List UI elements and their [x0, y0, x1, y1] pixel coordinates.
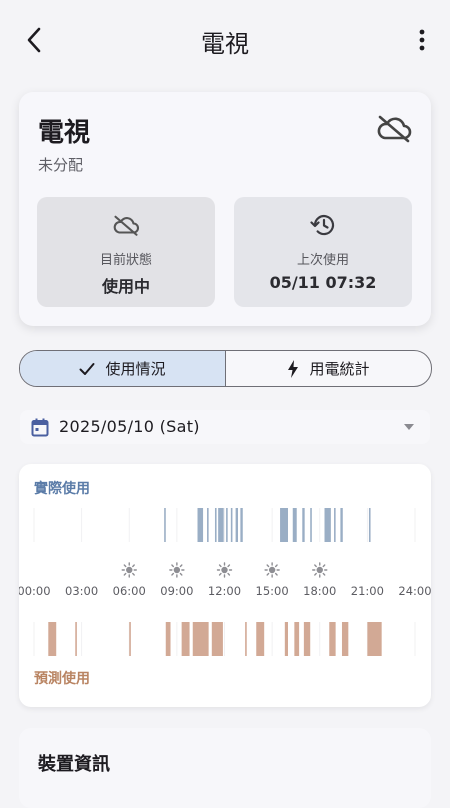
- time-tick-label: 15:00: [256, 584, 289, 598]
- time-tick-label: 09:00: [160, 584, 193, 598]
- actual-usage-bar: [334, 508, 336, 542]
- actual-usage-bar: [280, 508, 288, 542]
- moon-icon: [361, 563, 369, 577]
- sun-icon: [216, 562, 233, 578]
- predicted-usage-bar: [341, 622, 349, 656]
- time-tick-label: 18:00: [303, 584, 336, 598]
- last-used-label: 上次使用: [296, 253, 349, 268]
- actual-usage-bar: [310, 508, 312, 542]
- more-menu-button[interactable]: [409, 26, 435, 54]
- device-info-title: 裝置資訊: [38, 754, 110, 775]
- sun-icon: [264, 562, 280, 578]
- cloud-off-icon: [377, 115, 412, 143]
- device-name: 電視: [38, 118, 91, 148]
- last-used-tile: 上次使用 05/11 07:32: [234, 197, 412, 307]
- predicted-usage-label: 預測使用: [34, 671, 90, 687]
- tab-power-stats[interactable]: 用電統計: [226, 351, 431, 386]
- date-value: 2025/05/10 (Sat): [59, 417, 200, 436]
- time-tick-label: 12:00: [208, 584, 241, 598]
- actual-usage-bar: [302, 508, 305, 542]
- predicted-usage-bar: [129, 622, 131, 656]
- actual-usage-bar: [226, 508, 228, 542]
- sun-icon: [121, 562, 137, 578]
- actual-usage-bar: [164, 508, 166, 542]
- actual-usage-bar: [340, 508, 343, 542]
- current-status-tile: 目前狀態 使用中: [37, 197, 215, 307]
- predicted-usage-bar: [75, 622, 77, 656]
- actual-usage-bar: [230, 508, 233, 542]
- device-info-section: 裝置資訊: [19, 728, 431, 808]
- actual-usage-bar: [207, 508, 209, 542]
- time-tick-label: 21:00: [351, 584, 384, 598]
- tab-usage-label: 使用情況: [105, 360, 166, 378]
- history-icon: [310, 215, 335, 236]
- predicted-usage-bar: [48, 622, 57, 656]
- time-tick-label: 24:00: [398, 584, 431, 598]
- predicted-usage-bar: [245, 622, 247, 656]
- actual-usage-bar: [292, 508, 297, 542]
- moon-icon: [409, 563, 416, 577]
- view-toggle: 使用情況 用電統計: [19, 350, 432, 387]
- actual-usage-bar: [368, 508, 371, 542]
- predicted-usage-bar: [211, 622, 223, 656]
- predicted-usage-bar: [165, 622, 171, 656]
- tab-power-stats-label: 用電統計: [309, 360, 370, 378]
- time-tick-label: 06:00: [113, 584, 146, 598]
- dropdown-arrow-icon: [404, 424, 414, 430]
- device-card: 電視 未分配 目前狀態 使用中 上次使用 05/11 07:32: [19, 92, 431, 326]
- tab-usage[interactable]: 使用情況: [20, 351, 225, 386]
- current-status-value: 使用中: [101, 277, 150, 296]
- time-tick-label: 00:00: [19, 584, 51, 598]
- device-group: 未分配: [38, 156, 84, 174]
- page-title: 電視: [201, 30, 249, 58]
- predicted-usage-bar: [294, 622, 300, 656]
- usage-timeline-card: 實際使用 00:00 03:00 06:00 09:00 12:00 15:00 18:00…: [19, 464, 431, 707]
- actual-usage-bar: [240, 508, 243, 542]
- calendar-icon: [31, 418, 49, 437]
- moon-icon: [28, 563, 35, 577]
- actual-usage-bar: [214, 508, 217, 542]
- predicted-usage-bar: [192, 622, 209, 656]
- app-bar: 電視: [0, 0, 450, 80]
- check-icon: [79, 362, 95, 375]
- predicted-usage-bar: [256, 622, 265, 656]
- current-status-label: 目前狀態: [99, 253, 152, 268]
- predicted-usage-bar: [181, 622, 190, 656]
- actual-usage-bar: [197, 508, 204, 542]
- actual-usage-bar: [324, 508, 331, 542]
- date-selector[interactable]: 2025/05/10 (Sat): [20, 410, 430, 444]
- predicted-usage-bar: [284, 622, 288, 656]
- flash-icon: [288, 359, 299, 378]
- sun-icon: [169, 562, 185, 578]
- actual-usage-bar: [218, 508, 224, 542]
- last-used-value: 05/11 07:32: [269, 273, 377, 292]
- cloud-off-icon: [113, 215, 140, 236]
- predicted-usage-bar: [303, 622, 311, 656]
- time-tick-label: 03:00: [65, 584, 98, 598]
- actual-usage-bar: [235, 508, 238, 542]
- predicted-usage-bar: [329, 622, 336, 656]
- more-vertical-icon: [419, 29, 425, 51]
- moon-icon: [75, 563, 83, 577]
- sun-icon: [312, 562, 328, 578]
- predicted-usage-bar: [367, 622, 382, 656]
